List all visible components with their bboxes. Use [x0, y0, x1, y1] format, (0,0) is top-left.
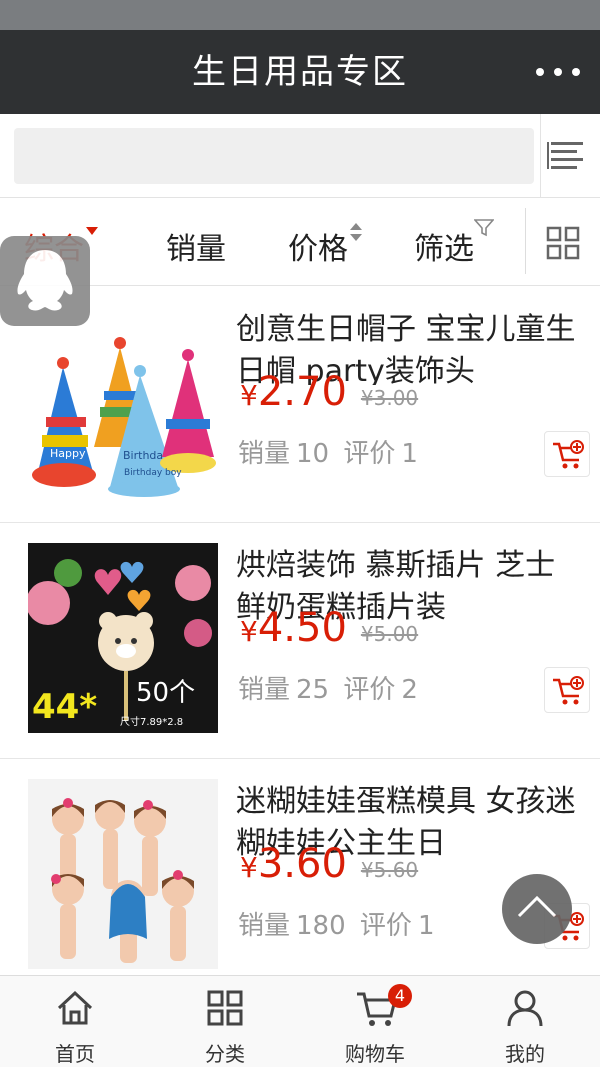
tab-cart[interactable]: 4 购物车	[300, 976, 450, 1067]
app-header: 生日用品专区	[0, 30, 600, 114]
tab-price[interactable]: 价格	[288, 198, 362, 286]
price-row: ¥2.70 ¥3.00	[240, 369, 418, 419]
list-view-icon	[547, 142, 583, 169]
product-item[interactable]: 44* 50个 尺寸7.89*2.8 烘焙装饰 慕斯插片 芝士鲜奶蛋糕插片装 ¥…	[0, 523, 600, 759]
product-item[interactable]: Happy Birthday Birthday boy 创意生日帽子 宝宝儿童生…	[0, 287, 600, 523]
qq-floating-button[interactable]	[0, 236, 90, 326]
tab-category[interactable]: 分类	[150, 976, 300, 1067]
add-to-cart-icon	[553, 676, 584, 705]
cart-count-badge: 4	[388, 984, 412, 1008]
tab-label: 筛选	[414, 232, 474, 267]
price: ¥3.60	[240, 841, 347, 887]
divider	[525, 208, 526, 274]
qq-penguin-icon	[17, 250, 73, 311]
home-icon	[57, 990, 93, 1025]
page-title: 生日用品专区	[192, 52, 408, 92]
product-stats: 销量 10 评价 1	[238, 439, 418, 469]
sort-down-icon	[86, 227, 98, 235]
tab-home[interactable]: 首页	[0, 976, 150, 1067]
category-grid-icon	[207, 990, 243, 1026]
original-price: ¥3.00	[360, 386, 419, 410]
sort-bar: 综合 销量 价格 筛选	[0, 198, 600, 286]
scroll-to-top-button[interactable]	[502, 874, 572, 944]
tab-label: 我的	[505, 1042, 545, 1066]
tab-label: 购物车	[345, 1042, 405, 1066]
status-bar	[0, 0, 600, 30]
user-icon	[507, 990, 543, 1027]
dolls-image	[28, 779, 218, 969]
price: ¥4.50	[240, 605, 347, 651]
product-image-cake-toppers[interactable]: 44* 50个 尺寸7.89*2.8	[28, 543, 218, 733]
tab-sales[interactable]: 销量	[166, 198, 226, 286]
product-item[interactable]: 迷糊娃娃蛋糕模具 女孩迷糊娃娃公主生日 ¥3.60 ¥5.60 销量 180 评价 1	[0, 759, 600, 995]
product-stats: 销量 180 评价 1	[238, 911, 435, 941]
search-bar	[0, 114, 600, 198]
tab-profile[interactable]: 我的	[450, 976, 600, 1067]
list-view-button[interactable]	[540, 114, 600, 198]
party-hats-image: Happy Birthday Birthday boy	[28, 307, 218, 497]
sort-updown-icon	[350, 223, 362, 243]
tab-label: 分类	[205, 1042, 245, 1066]
chevron-up-icon	[517, 895, 557, 918]
product-stats: 销量 25 评价 2	[238, 675, 418, 705]
tab-label: 销量	[166, 232, 226, 267]
add-to-cart-button[interactable]	[544, 667, 590, 713]
price: ¥2.70	[240, 369, 347, 415]
image-text: 44*	[32, 687, 97, 727]
grid-view-icon	[546, 226, 580, 260]
original-price: ¥5.60	[360, 858, 419, 882]
bottom-tab-bar: 首页 分类 4 购物车 我的	[0, 975, 600, 1067]
add-to-cart-icon	[553, 440, 584, 469]
grid-view-button[interactable]	[540, 220, 586, 266]
search-input[interactable]	[14, 128, 534, 184]
cake-toppers-image: 44* 50个 尺寸7.89*2.8	[28, 543, 218, 733]
product-image-dolls[interactable]	[28, 779, 218, 969]
tab-filter[interactable]: 筛选	[414, 198, 495, 286]
filter-funnel-icon	[473, 219, 495, 237]
product-image-party-hats[interactable]: Happy Birthday Birthday boy	[28, 307, 218, 497]
price-row: ¥3.60 ¥5.60	[240, 841, 418, 891]
image-text: 尺寸7.89*2.8	[120, 715, 183, 728]
tab-label: 首页	[55, 1042, 95, 1066]
image-text: 50个	[136, 678, 195, 708]
add-to-cart-button[interactable]	[544, 431, 590, 477]
hat-text: Happy	[50, 447, 86, 460]
hat-text: Birthday boy	[124, 468, 182, 478]
original-price: ¥5.00	[360, 622, 419, 646]
more-dots-icon[interactable]	[536, 56, 580, 88]
tab-label: 价格	[288, 232, 348, 267]
price-row: ¥4.50 ¥5.00	[240, 605, 418, 655]
